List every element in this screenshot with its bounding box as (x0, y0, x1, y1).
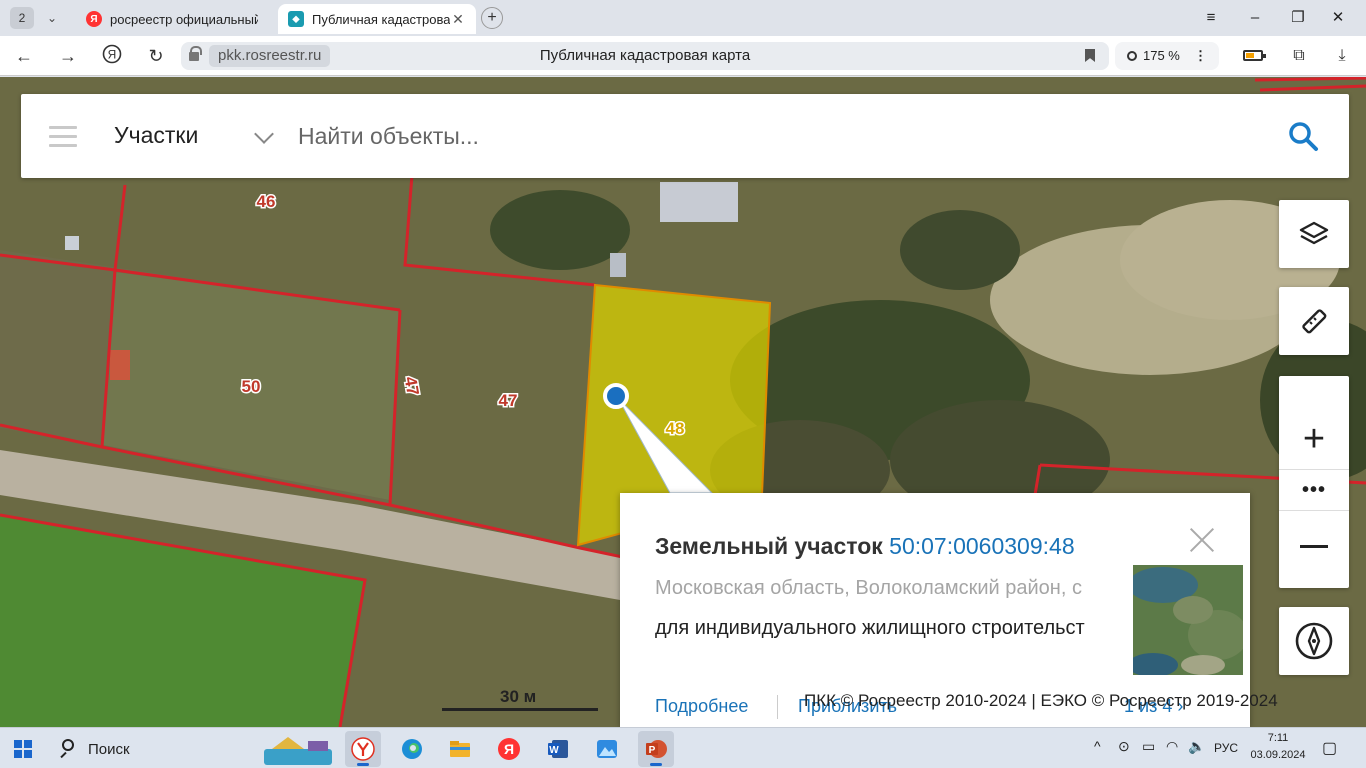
taskbar-search-box[interactable]: Поиск (48, 730, 338, 767)
tab-public-cadastral-map[interactable]: ⬥ Публичная кадастровая ✕ (278, 4, 476, 34)
tab-bar: 2 ⌄ Я росреестр официальный ⬥ Публичная … (0, 0, 1366, 36)
downloads-icon[interactable]: ⤓ (1331, 45, 1353, 67)
parcel-address: Московская область, Волоколамский район,… (655, 577, 1082, 599)
tab-count-button[interactable]: 2 (10, 7, 34, 29)
yandex-icon[interactable]: Я (491, 731, 527, 767)
battery-saver-icon[interactable] (1243, 50, 1266, 61)
details-link[interactable]: Подробнее (655, 696, 748, 717)
layers-icon (1299, 221, 1329, 245)
compass-icon (1295, 622, 1333, 660)
file-explorer-icon[interactable] (442, 731, 478, 767)
object-kind: Земельный участок (655, 533, 883, 559)
zoom-level: 175 % (1143, 48, 1180, 63)
svg-text:Я: Я (108, 48, 117, 62)
tab-rosreestr-search[interactable]: Я росреестр официальный (76, 4, 268, 34)
edge-icon[interactable] (394, 731, 430, 767)
new-tab-button[interactable]: + (481, 7, 503, 29)
taskbar-search-label: Поиск (88, 741, 130, 758)
hamburger-menu-icon[interactable] (49, 126, 77, 147)
scale-label: 30 м (500, 687, 537, 706)
zoom-controls: + ••• (1279, 376, 1349, 588)
parcel-purpose: для индивидуального жилищного строительс… (655, 617, 1085, 639)
tab-title: росреестр официальный (110, 11, 258, 27)
popup-title: Земельный участок 50:07:0060309:48 (655, 533, 1075, 560)
address-bar: ← → Я ↻ pkk.rosreestr.ru Публичная кадас… (0, 36, 1366, 76)
parcel-label: 46 (257, 192, 276, 211)
tab-list-chevron-icon[interactable]: ⌄ (40, 8, 64, 28)
tab-title: Публичная кадастровая (312, 11, 450, 27)
show-hidden-icons-icon[interactable]: ^ (1094, 738, 1101, 754)
layers-button[interactable] (1279, 200, 1349, 268)
rosreestr-favicon-icon: ⬥ (288, 11, 304, 27)
search-highlight-icon (264, 737, 332, 765)
restore-icon[interactable]: ❐ (1283, 6, 1313, 30)
svg-text:P: P (649, 745, 656, 756)
tab-close-icon[interactable]: ✕ (450, 11, 466, 28)
search-category[interactable]: Участки (114, 122, 198, 149)
zoom-in-icon[interactable]: + (1303, 409, 1325, 469)
overview-minimap[interactable] (1132, 564, 1244, 676)
wifi-icon[interactable]: ◠ (1166, 738, 1178, 755)
menu-icon[interactable]: ≡ (1196, 6, 1226, 30)
reload-icon[interactable]: ↻ (144, 44, 168, 68)
back-arrow-icon[interactable]: ← (12, 44, 36, 68)
parcel-label: 47 (401, 375, 423, 397)
scale-bar (442, 708, 598, 711)
zoom-indicator[interactable]: 175 % ⋮ (1115, 42, 1219, 70)
zoom-magnifier-icon (1127, 51, 1137, 61)
parcel-label: 50 (242, 377, 261, 396)
url-field[interactable]: pkk.rosreestr.ru Публичная кадастровая к… (181, 42, 1109, 70)
measure-button[interactable] (1279, 287, 1349, 355)
zoom-out-icon[interactable] (1300, 511, 1328, 581)
ruler-icon (1302, 309, 1327, 334)
map-attribution: ПКК © Росреестр 2010-2024 | ЕЭКО © Росре… (804, 691, 1278, 710)
word-icon[interactable]: W (540, 731, 576, 767)
search-icon[interactable] (1287, 120, 1319, 152)
search-icon (62, 739, 74, 751)
yandex-favicon-icon: Я (86, 11, 102, 27)
windows-taskbar: Поиск Я W P ^ ⊙ ▭ ◠ 🔈 РУС 7:11 03.09.202… (0, 727, 1366, 768)
notifications-icon[interactable]: ▢ (1322, 738, 1337, 758)
parcel-label: 47 (499, 391, 518, 410)
powerpoint-icon[interactable]: P (638, 731, 674, 767)
search-input[interactable] (298, 120, 1258, 152)
photos-icon[interactable] (589, 731, 625, 767)
close-icon[interactable] (1188, 526, 1216, 554)
minimap-imagery (1133, 565, 1243, 675)
clock-time[interactable]: 7:11 (1250, 732, 1306, 744)
battery-icon[interactable]: ▭ (1142, 738, 1155, 755)
more-options-icon[interactable]: ⋮ (1194, 42, 1207, 70)
yandex-home-icon[interactable]: Я (100, 44, 124, 68)
yandex-browser-taskbar-icon[interactable] (345, 731, 381, 767)
cadastral-number[interactable]: 50:07:0060309:48 (889, 533, 1074, 559)
windows-start-icon[interactable] (14, 740, 32, 758)
location-marker-icon[interactable] (603, 383, 629, 409)
clock-date[interactable]: 03.09.2024 (1250, 749, 1306, 761)
minimize-icon[interactable]: – (1240, 6, 1270, 30)
language-indicator[interactable]: РУС (1214, 741, 1238, 755)
divider (777, 695, 778, 719)
volume-icon[interactable]: 🔈 (1188, 738, 1205, 755)
map-search-bar: Участки (21, 94, 1349, 178)
close-window-icon[interactable]: ✕ (1323, 6, 1353, 30)
svg-text:Я: Я (504, 741, 514, 757)
forward-arrow-icon[interactable]: → (56, 44, 80, 68)
more-icon[interactable]: ••• (1302, 470, 1326, 510)
extensions-icon[interactable]: ⧉ (1288, 45, 1310, 67)
chevron-down-icon[interactable] (254, 124, 274, 144)
page-title: Публичная кадастровая карта (539, 47, 751, 64)
compass-button[interactable] (1279, 607, 1349, 675)
parcel-label-selected: 48 (666, 419, 685, 438)
svg-text:W: W (549, 745, 559, 756)
meet-now-icon[interactable]: ⊙ (1118, 738, 1130, 755)
